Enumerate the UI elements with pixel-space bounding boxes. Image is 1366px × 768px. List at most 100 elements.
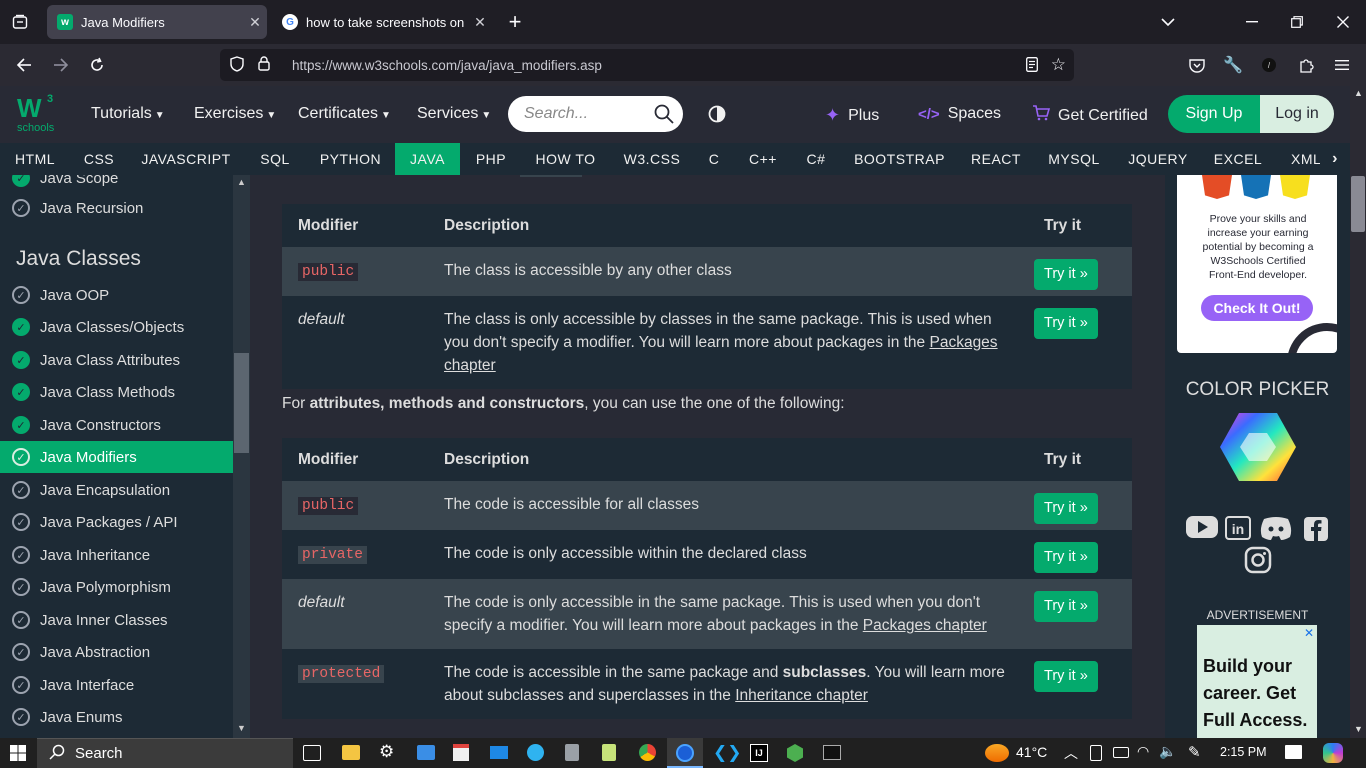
list-tabs-chevron-icon[interactable]	[1156, 10, 1180, 34]
wrench-icon[interactable]: 🔧	[1222, 53, 1244, 77]
topic-css[interactable]: CSS	[70, 143, 128, 175]
sidebar-item-java-classes-objects[interactable]: ✓ Java Classes/Objects	[0, 311, 233, 343]
notifications-icon[interactable]	[1285, 745, 1302, 759]
menu-tutorials[interactable]: Tutorials ▼	[91, 105, 165, 123]
wifi-icon[interactable]: ◠	[1137, 743, 1149, 760]
intellij-icon[interactable]: IJ	[750, 744, 768, 762]
instagram-icon[interactable]	[1244, 546, 1272, 579]
try-it-button[interactable]: Try it »	[1034, 661, 1098, 692]
scroll-down-icon[interactable]: ▼	[237, 723, 246, 733]
tab-google-search[interactable]: G how to take screenshots on lapt ✕	[272, 5, 492, 39]
topic-xml[interactable]: XML	[1276, 143, 1320, 175]
discord-icon[interactable]	[1259, 515, 1293, 546]
battery-icon[interactable]	[1113, 747, 1129, 758]
sidebar-item-java-recursion[interactable]: ✓ Java Recursion	[0, 192, 233, 224]
new-tab-icon[interactable]: +	[504, 9, 526, 34]
sidebar-item-java-inner-classes[interactable]: ✓ Java Inner Classes	[0, 604, 233, 636]
forward-icon[interactable]	[49, 53, 73, 77]
topic-bootstrap[interactable]: BOOTSTRAP	[839, 143, 960, 175]
windows-start-icon[interactable]	[10, 745, 26, 766]
search-icon[interactable]	[654, 104, 674, 129]
sidebar-scrollbar[interactable]: ▲ ▼	[233, 175, 250, 738]
remote-desktop-icon[interactable]	[417, 745, 435, 760]
topic-php[interactable]: PHP	[460, 143, 522, 175]
weather-temperature[interactable]: 41°C	[1016, 744, 1047, 760]
volume-icon[interactable]: 🔈	[1159, 743, 1176, 760]
taskbar-search-box[interactable]: Search	[37, 738, 293, 768]
copilot-icon[interactable]	[1323, 743, 1343, 763]
packages-chapter-link[interactable]: Packages chapter	[863, 617, 987, 634]
topics-next-chevron-icon[interactable]: ›	[1320, 143, 1350, 175]
topic-sql[interactable]: SQL	[244, 143, 306, 175]
reload-icon[interactable]	[85, 53, 109, 77]
clock-time[interactable]: 2:15 PM	[1220, 745, 1267, 759]
close-tab-icon[interactable]: ✕	[243, 14, 267, 31]
try-it-button[interactable]: Try it »	[1034, 591, 1098, 622]
topic-python[interactable]: PYTHON	[306, 143, 395, 175]
restore-icon[interactable]	[1285, 10, 1309, 34]
sidebar-item-java-class-methods[interactable]: ✓ Java Class Methods	[0, 376, 233, 408]
address-bar[interactable]: https://www.w3schools.com/java/java_modi…	[220, 49, 1074, 81]
vscode-icon[interactable]: ❮❯	[713, 743, 742, 763]
sidebar-item-java-interface[interactable]: ✓ Java Interface	[0, 669, 233, 701]
notepad-icon[interactable]	[602, 744, 616, 761]
tracking-protection-shield-icon[interactable]	[230, 55, 244, 75]
sidebar-item-java-encapsulation[interactable]: ✓ Java Encapsulation	[0, 474, 233, 506]
calculator-icon[interactable]	[565, 744, 579, 761]
try-it-button[interactable]: Try it »	[1034, 542, 1098, 573]
color-picker-hexagon-icon[interactable]	[1219, 411, 1297, 488]
topic-html[interactable]: HTML	[0, 143, 70, 175]
linkedin-icon[interactable]: in	[1225, 516, 1251, 545]
topic-csharp[interactable]: C#	[793, 143, 839, 175]
topic-jquery[interactable]: JQUERY	[1116, 143, 1200, 175]
chrome-icon[interactable]	[639, 744, 656, 761]
scroll-up-icon[interactable]: ▲	[1354, 88, 1363, 98]
certification-ad[interactable]: Prove your skills and increase your earn…	[1177, 175, 1337, 353]
get-certified-link[interactable]: Get Certified	[1032, 105, 1148, 126]
search-input[interactable]: Search...	[508, 96, 683, 132]
store-icon[interactable]	[453, 744, 469, 761]
topic-javascript[interactable]: JAVASCRIPT	[128, 143, 244, 175]
menu-exercises[interactable]: Exercises ▼	[194, 105, 276, 123]
topic-cpp[interactable]: C++	[733, 143, 793, 175]
pen-icon[interactable]: ✎	[1188, 743, 1201, 761]
ad-close-icon[interactable]: ✕	[1304, 626, 1314, 640]
edge-icon[interactable]	[527, 744, 544, 761]
menu-services[interactable]: Services ▼	[417, 105, 491, 123]
minimize-icon[interactable]	[1240, 10, 1264, 34]
sidebar-item-java-inheritance[interactable]: ✓ Java Inheritance	[0, 539, 233, 571]
sidebar-item-java-abstraction[interactable]: ✓ Java Abstraction	[0, 636, 233, 668]
topic-how-to[interactable]: HOW TO	[522, 143, 609, 175]
close-window-icon[interactable]	[1331, 10, 1355, 34]
try-it-button[interactable]: Try it »	[1034, 308, 1098, 339]
topic-java[interactable]: JAVA	[395, 143, 460, 175]
sidebar-item-java-oop[interactable]: ✓ Java OOP	[0, 279, 233, 311]
sidebar-item-java-polymorphism[interactable]: ✓ Java Polymorphism	[0, 571, 233, 603]
extension-circle-icon[interactable]: /	[1258, 53, 1280, 77]
file-explorer-icon[interactable]	[342, 745, 360, 760]
plus-link[interactable]: ✦ Plus	[825, 105, 879, 126]
topic-mysql[interactable]: MYSQL	[1032, 143, 1116, 175]
reader-view-icon[interactable]	[1026, 57, 1038, 75]
spaces-link[interactable]: </> Spaces	[918, 105, 1001, 123]
menu-certificates[interactable]: Certificates ▼	[298, 105, 391, 123]
mail-icon[interactable]	[490, 746, 508, 759]
tab-overview-icon[interactable]	[8, 12, 32, 32]
w3schools-logo[interactable]: W 3 schools	[16, 93, 60, 137]
facebook-icon[interactable]	[1303, 516, 1329, 547]
bookmark-star-icon[interactable]: ☆	[1051, 55, 1066, 75]
sidebar-scroll-thumb[interactable]	[234, 353, 249, 453]
inheritance-chapter-link[interactable]: Inheritance chapter	[735, 687, 868, 704]
task-view-icon[interactable]	[303, 745, 321, 761]
log-in-button[interactable]: Log in	[1260, 95, 1334, 133]
scroll-down-icon[interactable]: ▼	[1354, 724, 1363, 734]
settings-gear-icon[interactable]: ⚙	[379, 742, 394, 762]
sign-up-button[interactable]: Sign Up	[1168, 95, 1260, 133]
topic-excel[interactable]: EXCEL	[1200, 143, 1276, 175]
try-it-button[interactable]: Try it »	[1034, 493, 1098, 524]
topic-c[interactable]: C	[695, 143, 733, 175]
firefox-taskbar-button[interactable]	[667, 738, 703, 768]
pocket-icon[interactable]	[1186, 53, 1208, 77]
back-icon[interactable]	[12, 53, 36, 77]
page-scroll-thumb[interactable]	[1351, 176, 1365, 232]
